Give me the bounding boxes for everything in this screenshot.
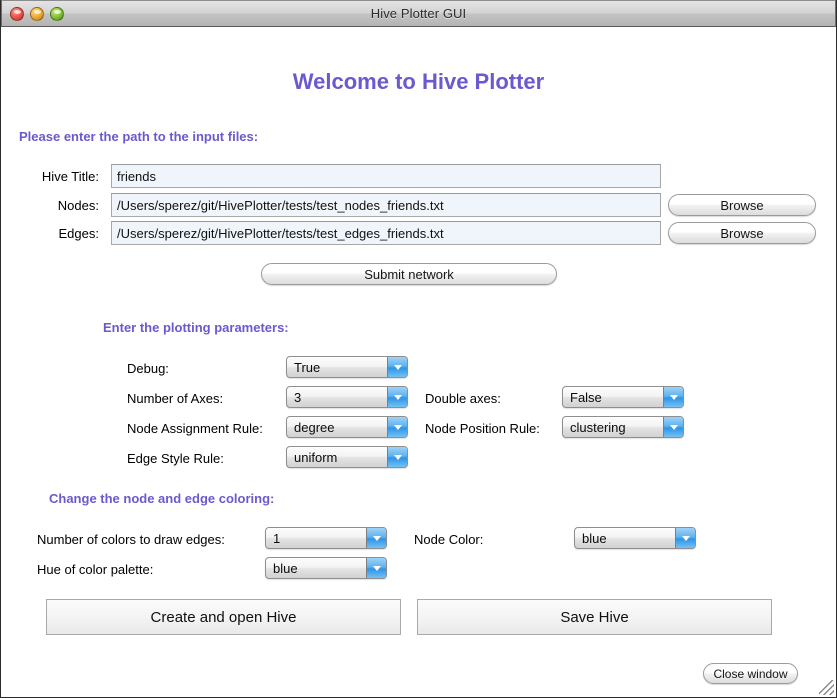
paths-section-heading: Please enter the path to the input files… [19,129,259,144]
hive-title-input[interactable] [111,164,661,188]
hive-title-label: Hive Title: [41,169,99,184]
debug-label: Debug: [127,361,169,376]
submit-network-button[interactable]: Submit network [261,263,557,285]
node-assignment-rule-dropdown-value: degree [294,419,335,435]
number-of-edge-colors-label: Number of colors to draw edges: [37,532,225,547]
window-controls [10,7,64,21]
double-axes-dropdown[interactable]: False [562,386,684,408]
chevron-down-icon[interactable] [663,417,683,437]
hue-of-color-palette-dropdown-value: blue [273,560,298,576]
node-assignment-rule-dropdown[interactable]: degree [286,416,408,438]
edges-label: Edges: [58,226,99,241]
save-hive-button[interactable]: Save Hive [417,599,772,635]
node-assignment-rule-label: Node Assignment Rule: [127,421,263,436]
close-window-button[interactable] [10,7,24,21]
number-of-edge-colors-dropdown-value: 1 [273,530,281,546]
number-of-axes-dropdown-value: 3 [294,389,302,405]
title-bar: Hive Plotter GUI [1,0,836,27]
browse-edges-button[interactable]: Browse [668,222,816,244]
debug-dropdown[interactable]: True [286,356,408,378]
debug-dropdown-value: True [294,359,321,375]
edge-style-rule-dropdown-value: uniform [294,449,338,465]
minimize-window-button[interactable] [30,7,44,21]
chevron-down-icon[interactable] [387,417,407,437]
hue-of-color-palette-label: Hue of color palette: [37,562,154,577]
node-position-rule-label: Node Position Rule: [425,421,540,436]
params-section-heading: Enter the plotting parameters: [103,320,289,335]
resize-grip[interactable] [819,680,834,695]
page-title: Welcome to Hive Plotter [292,69,545,94]
node-color-dropdown[interactable]: blue [574,527,696,549]
close-window-action-button[interactable]: Close window [703,663,798,684]
node-position-rule-dropdown[interactable]: clustering [562,416,684,438]
number-of-axes-label: Number of Axes: [127,391,224,406]
nodes-path-input[interactable] [111,193,661,217]
maximize-window-button[interactable] [50,7,64,21]
chevron-down-icon[interactable] [387,357,407,377]
create-and-open-hive-button[interactable]: Create and open Hive [46,599,401,635]
chevron-down-icon[interactable] [387,387,407,407]
hue-of-color-palette-dropdown[interactable]: blue [265,557,387,579]
node-color-label: Node Color: [414,532,484,547]
application-window: Hive Plotter GUI Welcome to Hive Plotter… [0,0,837,698]
edge-style-rule-label: Edge Style Rule: [127,451,224,466]
chevron-down-icon[interactable] [366,528,386,548]
window-title: Hive Plotter GUI [370,6,467,21]
colors-section-heading: Change the node and edge coloring: [49,491,275,506]
nodes-label: Nodes: [57,198,99,213]
double-axes-label: Double axes: [425,391,501,406]
edges-path-input[interactable] [111,221,661,245]
chevron-down-icon[interactable] [675,528,695,548]
edge-style-rule-dropdown[interactable]: uniform [286,446,408,468]
number-of-axes-dropdown[interactable]: 3 [286,386,408,408]
window-content: Welcome to Hive Plotter Please enter the… [1,27,836,697]
node-color-dropdown-value: blue [582,530,607,546]
node-position-rule-dropdown-value: clustering [570,419,626,435]
chevron-down-icon[interactable] [366,558,386,578]
chevron-down-icon[interactable] [663,387,683,407]
browse-nodes-button[interactable]: Browse [668,194,816,216]
number-of-edge-colors-dropdown[interactable]: 1 [265,527,387,549]
double-axes-dropdown-value: False [570,389,602,405]
chevron-down-icon[interactable] [387,447,407,467]
